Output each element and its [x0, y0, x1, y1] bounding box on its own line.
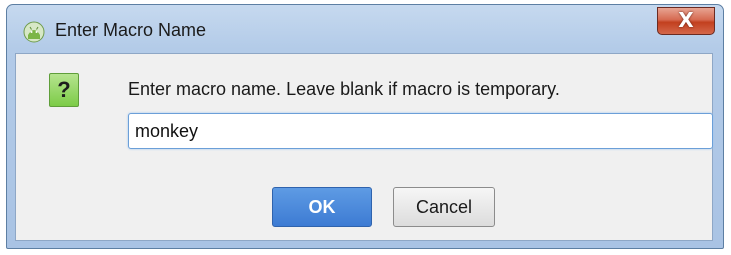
close-icon: X — [678, 8, 694, 32]
android-app-icon — [23, 21, 45, 43]
title-bar[interactable]: Enter Macro Name X — [7, 5, 723, 53]
dialog-message: Enter macro name. Leave blank if macro i… — [128, 79, 560, 99]
question-icon: ? — [49, 73, 79, 107]
dialog-body: ? Enter macro name. Leave blank if macro… — [15, 53, 713, 241]
macro-name-input[interactable] — [128, 113, 713, 149]
cancel-button[interactable]: Cancel — [393, 187, 495, 227]
ok-button[interactable]: OK — [272, 187, 372, 227]
macro-name-dialog: Enter Macro Name X ? Enter macro name. L… — [6, 4, 724, 249]
close-button[interactable]: X — [657, 7, 715, 35]
window-title: Enter Macro Name — [55, 20, 207, 40]
